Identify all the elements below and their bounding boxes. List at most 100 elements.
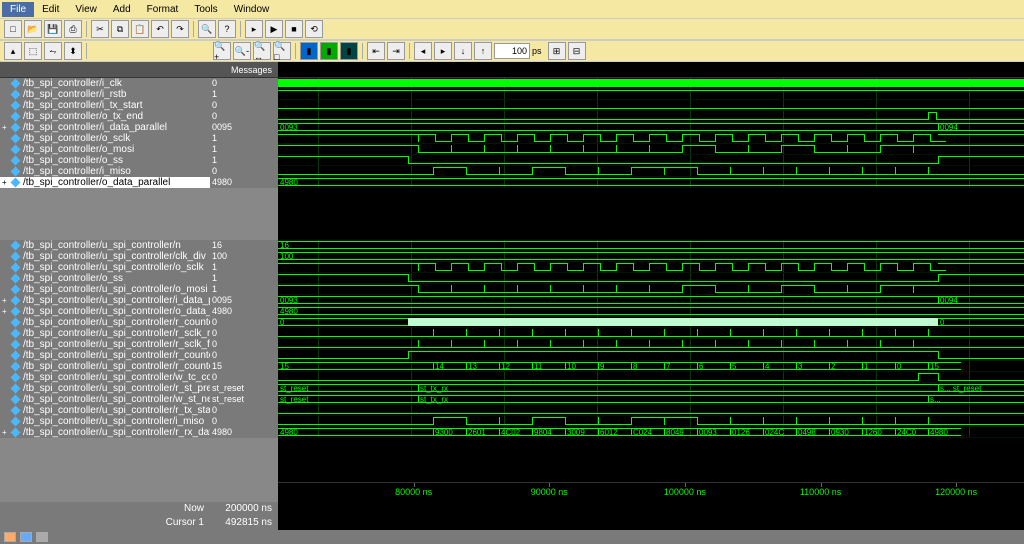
wave-row[interactable] [278,273,1024,284]
redo-icon[interactable]: ↷ [171,20,189,38]
menu-view[interactable]: View [67,2,105,17]
layout-icon[interactable] [4,532,16,542]
cursor-next-icon[interactable]: ⇥ [387,42,405,60]
menu-format[interactable]: Format [139,2,187,17]
menu-file[interactable]: File [2,2,34,17]
signal-row[interactable]: /tb_spi_controller/i_clk [0,78,210,89]
wave-row[interactable] [278,284,1024,295]
new-icon[interactable]: □ [4,20,22,38]
wave-row[interactable] [278,78,1024,89]
wave-row[interactable] [278,416,1024,427]
find-icon[interactable]: 🔍 [198,20,216,38]
signal-row[interactable]: /tb_spi_controller/u_spi_controller/r_co… [0,317,210,328]
wave-row[interactable]: 4980 [278,306,1024,317]
paste-icon[interactable]: 📋 [131,20,149,38]
wave-row[interactable]: st_resetst_tx_rxs... st_reset [278,383,1024,394]
signal-row[interactable]: /tb_spi_controller/u_spi_controller/i_mi… [0,416,210,427]
signal-row[interactable]: /tb_spi_controller/u_spi_controller/r_sc… [0,328,210,339]
wave-row[interactable] [278,144,1024,155]
layout2-icon[interactable] [20,532,32,542]
next-edge-icon[interactable]: ▸ [434,42,452,60]
save-icon[interactable]: 💾 [44,20,62,38]
menu-edit[interactable]: Edit [34,2,67,17]
next-rising-icon[interactable]: ↑ [474,42,492,60]
wave-row[interactable]: 00930094 [278,295,1024,306]
expand-icon[interactable]: ⊞ [548,42,566,60]
signal-row[interactable]: /tb_spi_controller/o_mosi [0,144,210,155]
time-step-input[interactable] [494,43,530,59]
wave-row[interactable]: 151413121110987654321015 [278,361,1024,372]
layout3-icon[interactable] [36,532,48,542]
menu-add[interactable]: Add [105,2,139,17]
wave-row[interactable] [278,405,1024,416]
wave-row[interactable]: 16 [278,240,1024,251]
wave-row[interactable] [278,350,1024,361]
wave-row[interactable]: 00930094 [278,122,1024,133]
wave-row[interactable]: st_resetst_tx_rxs... [278,394,1024,405]
select-icon[interactable]: ⬚ [24,42,42,60]
wave-row[interactable] [278,111,1024,122]
zoom-full-icon[interactable]: 🔍↔ [253,42,271,60]
signal-row[interactable]: /tb_spi_controller/u_spi_controller/n [0,240,210,251]
signal-row[interactable]: /tb_spi_controller/u_spi_controller/o_mo… [0,284,210,295]
wave-row[interactable] [278,89,1024,100]
signal-row[interactable]: /tb_spi_controller/u_spi_controller/r_st… [0,383,210,394]
wave-row[interactable] [278,133,1024,144]
signal-row[interactable]: /tb_spi_controller/u_spi_controller/r_co… [0,350,210,361]
edge-icon[interactable]: ⥊ [44,42,62,60]
time-axis[interactable]: 80000 ns90000 ns100000 ns110000 ns120000… [278,482,1024,502]
wave-row[interactable]: 4980930026014C02980430096012C02480490093… [278,427,1024,438]
signal-row[interactable]: /tb_spi_controller/u_spi_controller/w_st… [0,394,210,405]
wave-row[interactable] [278,262,1024,273]
pointer-icon[interactable]: ▴ [4,42,22,60]
signal-row[interactable]: /tb_spi_controller/u_spi_controller/r_sc… [0,339,210,350]
signal-row[interactable]: /tb_spi_controller/u_spi_controller/w_tc… [0,372,210,383]
wave-row[interactable] [278,155,1024,166]
wave-green-icon[interactable]: ▮ [320,42,338,60]
signal-row[interactable]: /tb_spi_controller/o_tx_end [0,111,210,122]
wave-row[interactable] [278,100,1024,111]
signal-row[interactable]: +/tb_spi_controller/o_data_parallel [0,177,210,188]
run-icon[interactable]: ▶ [265,20,283,38]
collapse-icon[interactable]: ⊟ [568,42,586,60]
signal-row[interactable]: /tb_spi_controller/u_spi_controller/r_co… [0,361,210,372]
prev-falling-icon[interactable]: ↓ [454,42,472,60]
signal-row[interactable]: /tb_spi_controller/u_spi_controller/clk_… [0,251,210,262]
help-icon[interactable]: ? [218,20,236,38]
signal-row[interactable]: /tb_spi_controller/o_ss [0,155,210,166]
signal-row[interactable]: /tb_spi_controller/i_rstb [0,89,210,100]
mode-icon[interactable]: ⬍ [64,42,82,60]
cursor-prev-icon[interactable]: ⇤ [367,42,385,60]
wave-row[interactable]: 00 [278,317,1024,328]
copy-icon[interactable]: ⧉ [111,20,129,38]
wave-blue-icon[interactable]: ▮ [300,42,318,60]
break-icon[interactable]: ■ [285,20,303,38]
signal-row[interactable]: +/tb_spi_controller/i_data_parallel [0,122,210,133]
zoom-fit-icon[interactable]: 🔍□ [273,42,291,60]
menu-window[interactable]: Window [226,2,278,17]
wave-row[interactable] [278,166,1024,177]
zoom-out-icon[interactable]: 🔍- [233,42,251,60]
wave-row[interactable] [278,372,1024,383]
signal-row[interactable]: /tb_spi_controller/o_sclk [0,133,210,144]
wave-row[interactable]: 100 [278,251,1024,262]
signal-row[interactable]: /tb_spi_controller/o_ss [0,273,210,284]
open-icon[interactable]: 📂 [24,20,42,38]
waveform-column[interactable]: 009300944980 161000093009449800015141312… [278,62,1024,502]
signal-row[interactable]: +/tb_spi_controller/u_spi_controller/o_d… [0,306,210,317]
wave-row[interactable] [278,339,1024,350]
wave-row[interactable]: 4980 [278,177,1024,188]
signal-row[interactable]: /tb_spi_controller/i_tx_start [0,100,210,111]
undo-icon[interactable]: ↶ [151,20,169,38]
signal-row[interactable]: +/tb_spi_controller/u_spi_controller/i_d… [0,295,210,306]
wave-row[interactable] [278,328,1024,339]
restart-icon[interactable]: ⟲ [305,20,323,38]
zoom-in-icon[interactable]: 🔍+ [213,42,231,60]
signal-row[interactable]: +/tb_spi_controller/u_spi_controller/r_r… [0,427,210,438]
signal-row[interactable]: /tb_spi_controller/i_miso [0,166,210,177]
prev-edge-icon[interactable]: ◂ [414,42,432,60]
menu-tools[interactable]: Tools [186,2,225,17]
print-icon[interactable]: ⎙ [64,20,82,38]
cut-icon[interactable]: ✂ [91,20,109,38]
wave-dark-icon[interactable]: ▮ [340,42,358,60]
